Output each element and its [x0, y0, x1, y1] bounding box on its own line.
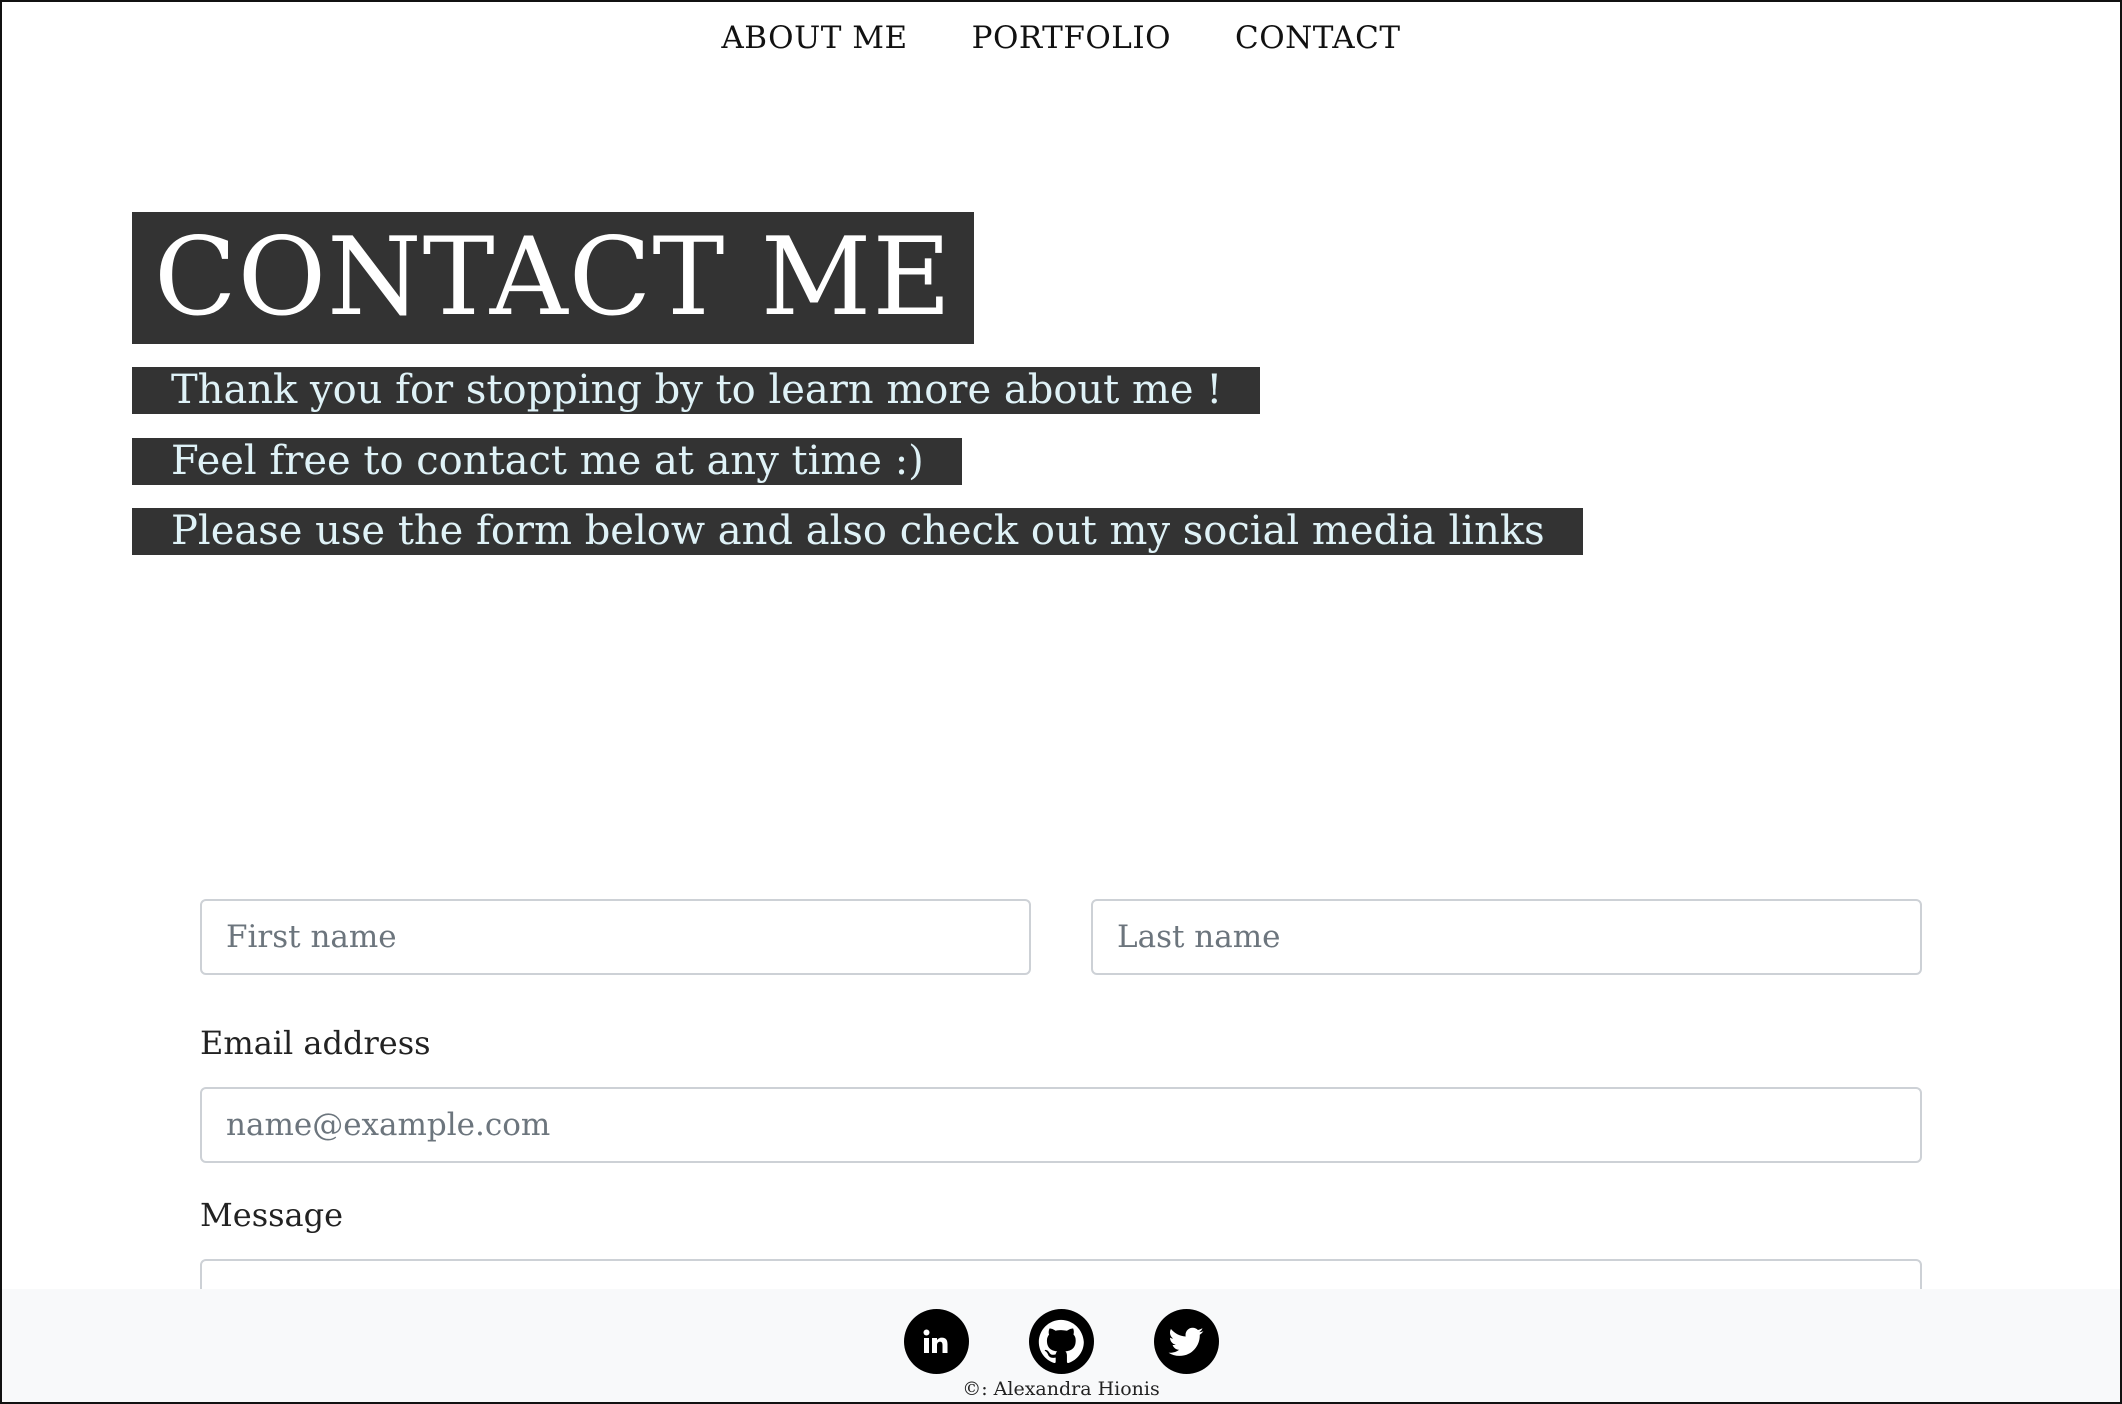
- hero-line-contact-anytime: Feel free to contact me at any time :): [132, 438, 962, 485]
- linkedin-link[interactable]: [903, 1309, 969, 1374]
- last-name-field[interactable]: [1091, 899, 1922, 975]
- twitter-icon: [1167, 1323, 1205, 1361]
- hero-line-use-form: Please use the form below and also check…: [132, 508, 1583, 555]
- browser-viewport: ABOUT ME PORTFOLIO CONTACT CONTACT ME Th…: [0, 0, 2122, 1404]
- email-field[interactable]: [200, 1087, 1922, 1163]
- nav-link-portfolio[interactable]: PORTFOLIO: [972, 20, 1171, 56]
- email-label: Email address: [200, 1024, 431, 1062]
- message-label: Message: [200, 1196, 344, 1234]
- top-navigation: ABOUT ME PORTFOLIO CONTACT: [2, 20, 2120, 56]
- social-links: [2, 1309, 2120, 1374]
- footer: ©: Alexandra Hionis: [2, 1289, 2120, 1402]
- contact-form: Email address Message: [200, 899, 1922, 1379]
- github-link[interactable]: [1028, 1309, 1094, 1374]
- copyright-symbol: ©:: [962, 1378, 988, 1400]
- copyright: ©: Alexandra Hionis: [2, 1378, 2120, 1400]
- twitter-link[interactable]: [1153, 1309, 1219, 1374]
- nav-link-contact[interactable]: CONTACT: [1235, 20, 1401, 56]
- first-name-field[interactable]: [200, 899, 1031, 975]
- github-icon: [1036, 1317, 1086, 1367]
- page-title: CONTACT ME: [132, 212, 975, 344]
- linkedin-icon: [920, 1326, 952, 1358]
- name-row: [200, 899, 1922, 975]
- nav-link-about-me[interactable]: ABOUT ME: [721, 20, 907, 56]
- hero-line-thanks: Thank you for stopping by to learn more …: [132, 367, 1261, 414]
- copyright-name: Alexandra Hionis: [993, 1378, 1160, 1400]
